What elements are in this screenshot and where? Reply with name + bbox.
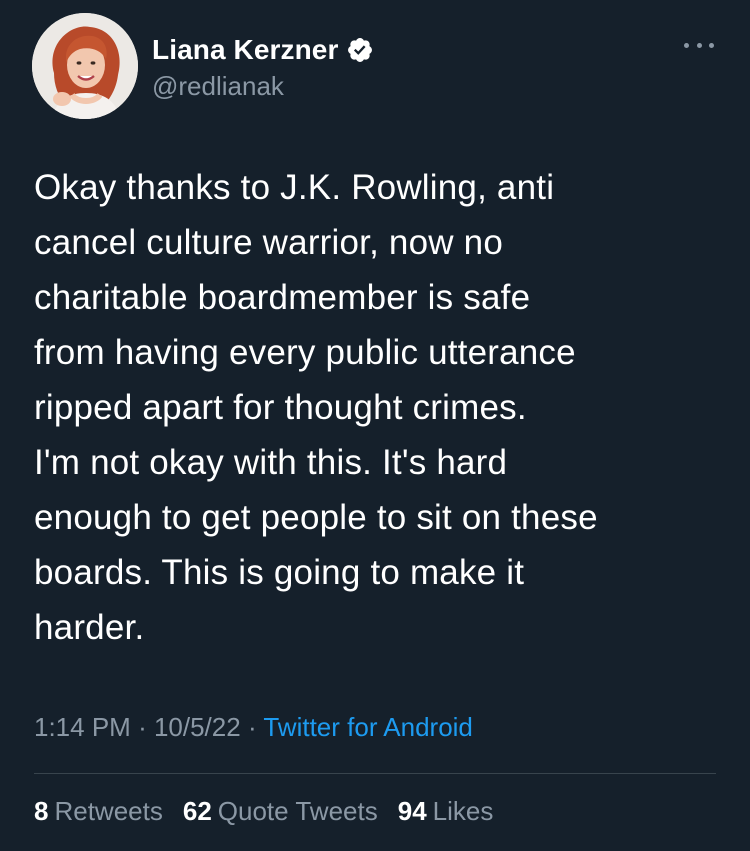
user-handle[interactable]: @redlianak xyxy=(152,71,374,102)
tweet-stats: 8 Retweets 62 Quote Tweets 94 Likes xyxy=(34,796,513,827)
avatar[interactable] xyxy=(32,13,138,119)
quote-tweets-label: Quote Tweets xyxy=(217,796,378,826)
tweet-card: Liana Kerzner @redlianak Okay thanks to … xyxy=(0,0,750,851)
retweets-count: 8 xyxy=(34,796,49,826)
more-dot xyxy=(684,42,689,48)
quote-tweets-count: 62 xyxy=(182,796,212,826)
likes-stat[interactable]: 94 Likes xyxy=(398,796,494,827)
verified-badge-icon xyxy=(346,36,374,64)
tweet-date[interactable]: 10/5/22 xyxy=(154,712,241,742)
retweets-label: Retweets xyxy=(54,796,163,826)
tweet-source-link[interactable]: Twitter for Android xyxy=(263,712,473,742)
likes-label: Likes xyxy=(432,796,494,826)
name-row: Liana Kerzner xyxy=(152,33,374,67)
quote-tweets-stat[interactable]: 62 Quote Tweets xyxy=(183,796,378,827)
tweet-text: Okay thanks to J.K. Rowling, anti cancel… xyxy=(34,168,598,647)
more-dot xyxy=(696,42,702,48)
more-dot xyxy=(709,42,714,48)
tweet-time[interactable]: 1:14 PM xyxy=(34,712,131,742)
display-name[interactable]: Liana Kerzner xyxy=(152,34,338,66)
divider xyxy=(34,773,716,774)
retweets-stat[interactable]: 8 Retweets xyxy=(34,796,163,827)
author-block[interactable]: Liana Kerzner @redlianak xyxy=(152,33,374,102)
meta-separator: · xyxy=(247,712,264,742)
tweet-meta: 1:14 PM · 10/5/22 · Twitter for Android xyxy=(34,712,473,743)
more-options-icon[interactable] xyxy=(684,38,714,52)
meta-separator: · xyxy=(138,712,154,742)
likes-count: 94 xyxy=(397,796,427,826)
avatar-image xyxy=(32,13,138,119)
